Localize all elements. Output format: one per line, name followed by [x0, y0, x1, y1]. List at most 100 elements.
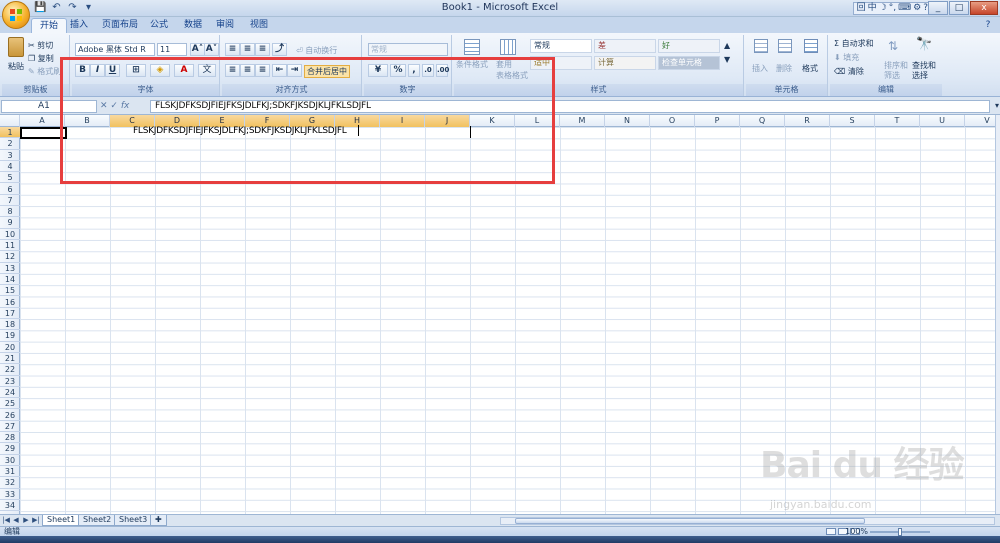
styles-scroll-down-icon[interactable]: ▼: [724, 55, 730, 64]
horizontal-scrollbar[interactable]: [500, 517, 995, 525]
row-header-27[interactable]: 27: [0, 421, 20, 433]
row-header-13[interactable]: 13: [0, 263, 20, 274]
ime-punct-icon[interactable]: °,: [889, 3, 896, 14]
autosum-button[interactable]: Σ 自动求和: [834, 38, 874, 49]
align-top-icon[interactable]: ≡: [225, 43, 240, 56]
row-header-24[interactable]: 24: [0, 387, 20, 399]
shrink-font-button[interactable]: A˅: [204, 43, 219, 56]
row-header-30[interactable]: 30: [0, 455, 20, 466]
row-header-12[interactable]: 12: [0, 251, 20, 263]
sheet-tab-3[interactable]: Sheet3: [114, 515, 153, 526]
row-header-15[interactable]: 15: [0, 285, 20, 297]
vertical-scrollbar[interactable]: [995, 115, 1000, 514]
row-header-17[interactable]: 17: [0, 308, 20, 320]
row-header-32[interactable]: 32: [0, 477, 20, 489]
column-header-t[interactable]: T: [875, 115, 920, 127]
tab-insert[interactable]: 插入: [62, 18, 96, 33]
orientation-icon[interactable]: ⤴: [272, 43, 287, 56]
sheet-tab-1[interactable]: Sheet1: [42, 515, 81, 526]
tab-data[interactable]: 数据: [176, 18, 210, 33]
row-header-28[interactable]: 28: [0, 432, 20, 444]
font-size-combo[interactable]: 11: [157, 43, 187, 56]
normal-view-icon[interactable]: [826, 528, 836, 535]
paste-button[interactable]: 粘贴: [8, 61, 24, 72]
grow-font-button[interactable]: A˄: [190, 43, 205, 56]
minimize-button[interactable]: _: [928, 1, 948, 15]
number-format-combo[interactable]: 常规: [368, 43, 448, 56]
zoom-slider[interactable]: [870, 528, 930, 536]
tab-formulas[interactable]: 公式: [142, 18, 176, 33]
office-button[interactable]: [2, 1, 30, 29]
tab-page-layout[interactable]: 页面布局: [94, 18, 146, 33]
align-middle-icon[interactable]: ≡: [240, 43, 255, 56]
row-header-2[interactable]: 2: [0, 138, 20, 150]
row-header-6[interactable]: 6: [0, 184, 20, 195]
sort-filter-button[interactable]: 排序和 筛选: [884, 61, 908, 81]
row-header-25[interactable]: 25: [0, 398, 20, 410]
row-header-26[interactable]: 26: [0, 410, 20, 421]
row-header-10[interactable]: 10: [0, 229, 20, 240]
paste-icon[interactable]: [8, 37, 24, 57]
row-header-11[interactable]: 11: [0, 240, 20, 252]
cut-button[interactable]: ✂ 剪切: [28, 40, 53, 51]
ime-moon-icon[interactable]: ☽: [879, 3, 887, 14]
zoom-slider-thumb[interactable]: [898, 528, 902, 536]
style-check[interactable]: 检查单元格: [658, 56, 720, 70]
row-header-20[interactable]: 20: [0, 342, 20, 353]
row-header-21[interactable]: 21: [0, 353, 20, 365]
style-good[interactable]: 好: [658, 39, 720, 53]
expand-formula-bar-icon[interactable]: ▾: [995, 101, 999, 110]
column-header-r[interactable]: R: [785, 115, 830, 127]
row-header-4[interactable]: 4: [0, 161, 20, 173]
select-all-corner[interactable]: [0, 115, 20, 127]
column-header-p[interactable]: P: [695, 115, 740, 127]
horizontal-scroll-thumb[interactable]: [515, 518, 865, 524]
row-header-1[interactable]: 1: [0, 127, 20, 139]
delete-cells-button[interactable]: 删除: [776, 63, 792, 74]
row-header-22[interactable]: 22: [0, 364, 20, 376]
row-header-34[interactable]: 34: [0, 500, 20, 512]
help-icon[interactable]: ?: [982, 18, 994, 33]
maximize-button[interactable]: □: [949, 1, 969, 15]
style-calc[interactable]: 计算: [594, 56, 656, 70]
format-painter-button[interactable]: ✎ 格式刷: [28, 66, 61, 77]
column-header-s[interactable]: S: [830, 115, 875, 127]
row-header-19[interactable]: 19: [0, 330, 20, 342]
prev-sheet-icon[interactable]: ◀: [12, 516, 20, 525]
ime-mode-icon[interactable]: 回: [857, 3, 866, 14]
wrap-text-button[interactable]: ⏎ 自动换行: [296, 45, 337, 56]
font-name-combo[interactable]: Adobe 黑体 Std R: [75, 43, 155, 56]
row-header-14[interactable]: 14: [0, 274, 20, 286]
sheet-tab-2[interactable]: Sheet2: [78, 515, 117, 526]
column-header-a[interactable]: A: [20, 115, 65, 127]
find-select-button[interactable]: 查找和 选择: [912, 61, 936, 81]
fill-button[interactable]: ⬇ 填充: [834, 52, 859, 63]
align-bottom-icon[interactable]: ≡: [255, 43, 270, 56]
clear-button[interactable]: ⌫ 清除: [834, 66, 864, 77]
ime-keyboard-icon[interactable]: ⌨: [898, 3, 911, 14]
last-sheet-icon[interactable]: ▶|: [32, 516, 40, 525]
copy-button[interactable]: ❐ 复制: [28, 53, 54, 64]
column-header-u[interactable]: U: [920, 115, 965, 127]
column-header-n[interactable]: N: [605, 115, 650, 127]
row-header-23[interactable]: 23: [0, 376, 20, 387]
close-button[interactable]: x: [970, 1, 998, 15]
style-bad[interactable]: 差: [594, 39, 656, 53]
row-header-33[interactable]: 33: [0, 489, 20, 500]
column-header-m[interactable]: M: [560, 115, 605, 127]
ime-settings-icon[interactable]: ⚙: [913, 3, 921, 14]
row-header-7[interactable]: 7: [0, 195, 20, 207]
ime-lang-icon[interactable]: 中: [868, 3, 877, 14]
row-header-8[interactable]: 8: [0, 206, 20, 218]
column-header-q[interactable]: Q: [740, 115, 785, 127]
row-header-16[interactable]: 16: [0, 297, 20, 308]
row-header-3[interactable]: 3: [0, 150, 20, 161]
insert-cells-button[interactable]: 插入: [752, 63, 768, 74]
first-sheet-icon[interactable]: |◀: [2, 516, 10, 525]
tab-view[interactable]: 视图: [242, 18, 276, 33]
style-normal[interactable]: 常规: [530, 39, 592, 53]
format-cells-button[interactable]: 格式: [802, 63, 818, 74]
row-header-18[interactable]: 18: [0, 319, 20, 331]
row-header-5[interactable]: 5: [0, 172, 20, 184]
row-header-9[interactable]: 9: [0, 217, 20, 229]
